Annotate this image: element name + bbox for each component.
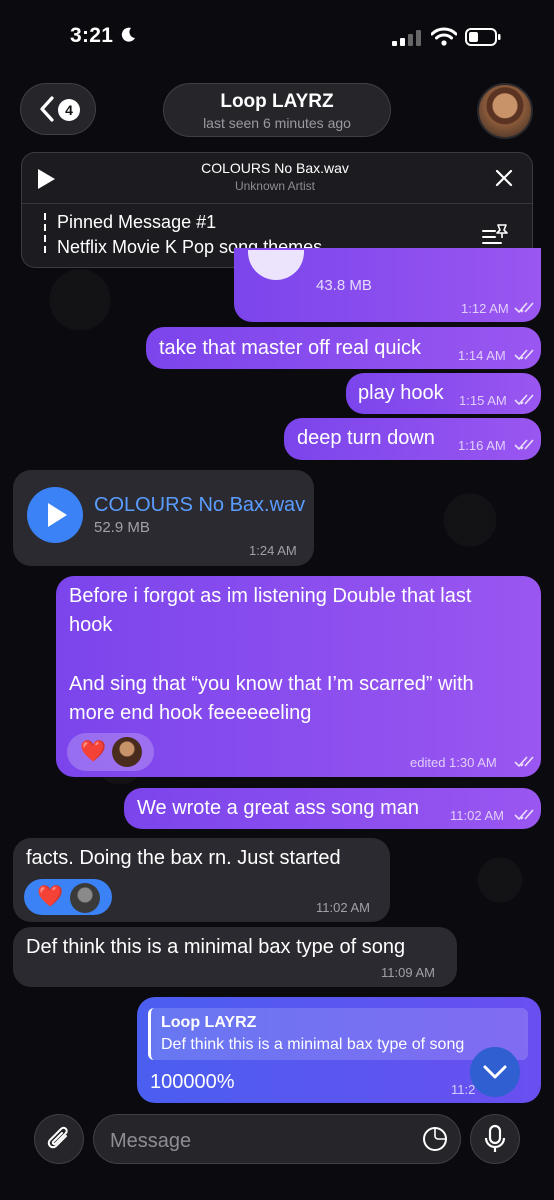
message-text: play hook xyxy=(358,382,444,404)
now-playing-track: COLOURS No Bax.wav xyxy=(201,160,349,176)
read-checkmarks-icon xyxy=(514,809,534,821)
cellular-signal-icon xyxy=(392,30,421,46)
paperclip-icon xyxy=(47,1126,68,1149)
last-seen-status: last seen 6 minutes ago xyxy=(203,115,351,131)
message-text-line: hook xyxy=(69,614,113,636)
message-time: 1:15 AM xyxy=(459,393,507,408)
wifi-icon xyxy=(431,27,457,46)
message-text: facts. Doing the bax rn. Just started xyxy=(26,847,341,869)
message-time: 11:09 AM xyxy=(381,965,435,980)
chat-title: Loop LAYRZ xyxy=(220,91,334,112)
pinned-list-icon[interactable] xyxy=(481,222,509,246)
message-text: deep turn down xyxy=(297,427,435,449)
read-checkmarks-icon xyxy=(514,394,534,406)
message-text-line: And sing that “you know that I’m scarred… xyxy=(69,673,474,695)
message-time: 11:02 AM xyxy=(450,808,504,823)
file-size: 52.9 MB xyxy=(94,519,150,536)
message-time: 1:14 AM xyxy=(458,348,506,363)
chevron-down-icon xyxy=(483,1065,507,1079)
read-checkmarks-icon xyxy=(514,439,534,451)
reply-sender: Loop LAYRZ xyxy=(161,1014,257,1031)
pinned-indicator-bar xyxy=(44,213,46,257)
file-size: 43.8 MB xyxy=(316,277,372,294)
reply-preview[interactable]: Loop LAYRZ Def think this is a minimal b… xyxy=(148,1008,528,1060)
message-text-line: Before i forgot as im listening Double t… xyxy=(69,585,472,607)
status-time: 3:21 xyxy=(70,24,114,47)
close-icon[interactable] xyxy=(494,168,514,188)
message-text-line: more end hook feeeeeeling xyxy=(69,702,312,724)
message-input-container[interactable] xyxy=(93,1114,461,1164)
contact-avatar[interactable] xyxy=(477,83,533,139)
play-icon[interactable] xyxy=(36,168,56,190)
sticker-icon[interactable] xyxy=(422,1126,448,1152)
message-time: 11:02 AM xyxy=(316,900,370,915)
now-playing-artist: Unknown Artist xyxy=(234,179,316,193)
unread-count-badge: 4 xyxy=(58,99,80,121)
message-time: edited 1:30 AM xyxy=(410,755,497,770)
message-text: Def think this is a minimal bax type of … xyxy=(26,936,406,958)
message-time: 1:12 AM xyxy=(461,301,509,316)
microphone-icon xyxy=(484,1124,506,1152)
heart-reaction-icon: ❤️ xyxy=(80,740,107,763)
message-text: 100000% xyxy=(150,1071,235,1093)
pinned-divider xyxy=(22,203,532,204)
message-text: We wrote a great ass song man xyxy=(137,797,419,819)
message-text: take that master off real quick xyxy=(159,337,421,359)
pinned-message-label[interactable]: Pinned Message #1 xyxy=(57,212,216,233)
heart-reaction-icon: ❤️ xyxy=(37,885,64,908)
read-checkmarks-icon xyxy=(514,756,534,768)
battery-icon xyxy=(465,28,501,46)
play-icon xyxy=(48,503,67,527)
message-input[interactable] xyxy=(108,1127,412,1155)
chevron-left-icon xyxy=(40,96,54,122)
read-checkmarks-icon xyxy=(514,349,534,361)
file-name[interactable]: COLOURS No Bax.wav xyxy=(94,494,305,517)
read-checkmarks-icon xyxy=(514,302,534,314)
reactor-avatar xyxy=(70,883,100,913)
reactor-avatar xyxy=(112,737,142,767)
chat-title-pill[interactable]: Loop LAYRZ last seen 6 minutes ago xyxy=(163,83,391,137)
reply-text: Def think this is a minimal bax type of … xyxy=(161,1036,465,1053)
message-time: 1:24 AM xyxy=(249,543,297,558)
message-time: 11:2 xyxy=(451,1082,476,1097)
message-time: 1:16 AM xyxy=(458,438,506,453)
do-not-disturb-moon-icon xyxy=(121,27,135,42)
